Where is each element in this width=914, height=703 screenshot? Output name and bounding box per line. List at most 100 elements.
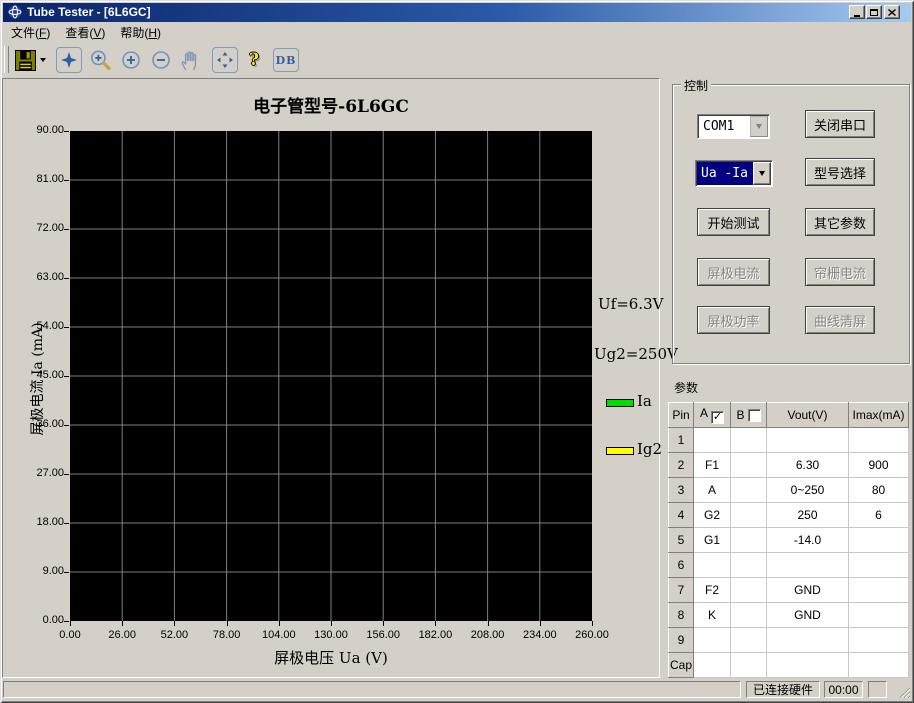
cell-a[interactable] [694,653,731,678]
cell-vout[interactable]: GND [767,578,849,603]
cell-vout[interactable]: -14.0 [767,528,849,553]
cell-vout[interactable]: GND [767,603,849,628]
cell-b[interactable] [731,603,767,628]
button-帘栅电流: 帘栅电流 [805,258,875,286]
col-header-vout: Vout(V) [767,403,849,428]
move-view-button[interactable] [212,47,238,73]
checkbox-b[interactable] [748,409,761,422]
checkbox-a[interactable] [711,411,724,424]
zoom-tool-button[interactable] [87,47,113,73]
y-tick-label: 90.00 [12,124,64,136]
y-tick-mark [64,278,69,279]
resize-grip[interactable] [898,686,910,698]
cell-vout[interactable]: 6.30 [767,453,849,478]
save-icon [15,50,36,71]
cell-b[interactable] [731,528,767,553]
cell-b[interactable] [731,453,767,478]
maximize-button[interactable] [866,5,882,19]
cell-imax[interactable] [849,653,909,678]
cell-vout[interactable]: 250 [767,503,849,528]
com-port-select[interactable]: COM1 [697,114,770,139]
y-tick-label: 81.00 [12,173,64,185]
cell-b[interactable] [731,628,767,653]
cell-a[interactable] [694,628,731,653]
save-dropdown-button[interactable] [37,47,49,73]
cell-b[interactable] [731,503,767,528]
cell-imax[interactable] [849,528,909,553]
legend-swatch-ig2 [606,447,634,455]
mode-select[interactable]: Ua -Ia [695,160,773,187]
col-header-a: A [694,403,731,428]
database-button[interactable]: DB [273,48,299,72]
help-button[interactable]: ? [245,47,263,73]
cell-b[interactable] [731,478,767,503]
pan-hand-button[interactable] [177,47,203,73]
button-屏极功率: 屏极功率 [697,306,770,334]
chart-area: 电子管型号-6L6GC 屏极电流 Ia (mA) 屏极电压 Ua (V) 0.0… [2,78,660,678]
menu-item-h[interactable]: 帮助(H) [113,22,168,43]
minimize-button[interactable] [849,5,865,19]
maximize-icon [870,9,878,16]
button-关闭串口[interactable]: 关闭串口 [805,110,875,138]
zoom-in-button[interactable] [118,47,144,73]
cell-a[interactable] [694,553,731,578]
database-icon: DB [276,54,297,67]
cell-vout[interactable] [767,628,849,653]
cell-imax[interactable] [849,603,909,628]
x-tick-mark [331,621,332,626]
cell-b[interactable] [731,578,767,603]
cell-a[interactable]: G2 [694,503,731,528]
legend-label-ia: Ia [637,392,652,410]
minimize-icon [854,15,860,17]
cell-a[interactable]: G1 [694,528,731,553]
cell-b[interactable] [731,428,767,453]
cell-imax[interactable] [849,553,909,578]
plot-area[interactable] [70,131,592,621]
close-button[interactable] [884,5,900,19]
y-tick-mark [64,229,69,230]
x-axis-label: 屏极电压 Ua (V) [70,647,592,668]
y-tick-mark [64,131,69,132]
y-tick-mark [64,474,69,475]
mode-dropdown-arrow[interactable] [753,162,771,185]
param-row-8: 8KGND [669,603,909,628]
cell-imax[interactable] [849,628,909,653]
cell-vout[interactable] [767,428,849,453]
y-tick-label: 0.00 [12,614,64,626]
pin-cell: 5 [669,528,694,553]
menu-item-f[interactable]: 文件(F) [4,22,57,43]
cell-vout[interactable] [767,553,849,578]
menu-item-v[interactable]: 查看(V) [58,22,112,43]
cell-vout[interactable] [767,653,849,678]
cell-imax[interactable]: 80 [849,478,909,503]
cell-imax[interactable] [849,578,909,603]
x-tick-mark [488,621,489,626]
cell-b[interactable] [731,653,767,678]
connection-status: 已连接硬件 [746,681,820,698]
toolbar-gripper[interactable] [4,46,9,73]
cell-a[interactable]: K [694,603,731,628]
y-tick-label: 63.00 [12,271,64,283]
cell-a[interactable]: A [694,478,731,503]
y-tick-label: 36.00 [12,418,64,430]
x-tick-label: 208.00 [462,629,514,641]
cell-imax[interactable]: 900 [849,453,909,478]
cell-imax[interactable]: 6 [849,503,909,528]
button-开始测试[interactable]: 开始测试 [697,208,770,236]
save-button[interactable] [12,47,38,73]
y-tick-label: 27.00 [12,467,64,479]
plus-circle-icon [120,49,142,71]
cell-b[interactable] [731,553,767,578]
x-tick-label: 26.00 [96,629,148,641]
timer-display: 00:00 [824,681,863,698]
button-其它参数[interactable]: 其它参数 [805,208,875,236]
title-bar: Tube Tester - [6L6GC] [3,3,911,22]
cell-vout[interactable]: 0~250 [767,478,849,503]
cell-a[interactable] [694,428,731,453]
zoom-out-button[interactable] [148,47,174,73]
track-point-button[interactable] [56,47,82,73]
cell-a[interactable]: F2 [694,578,731,603]
button-型号选择[interactable]: 型号选择 [805,158,875,186]
cell-a[interactable]: F1 [694,453,731,478]
cell-imax[interactable] [849,428,909,453]
